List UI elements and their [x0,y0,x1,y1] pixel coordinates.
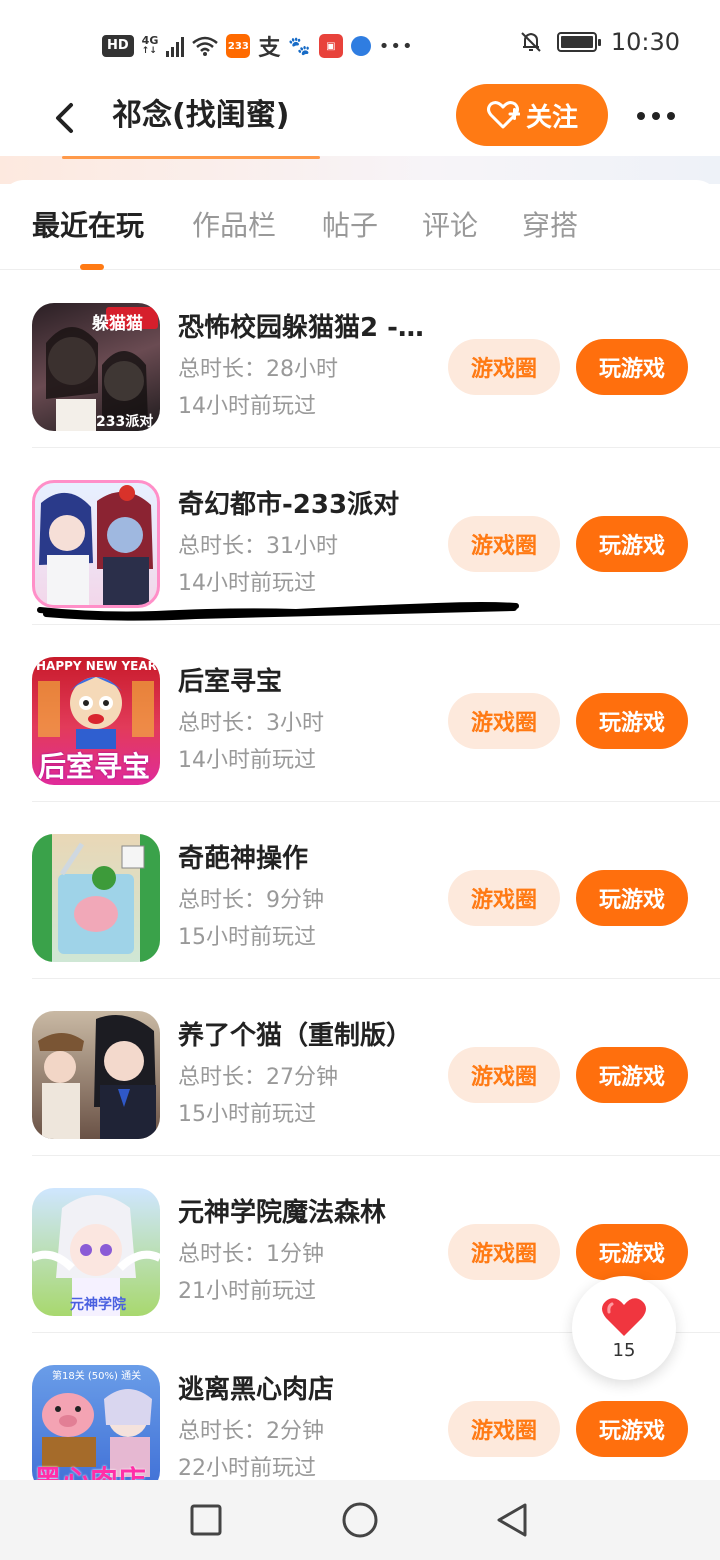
tab-recently-played[interactable]: 最近在玩 [32,208,144,244]
mute-bell-icon [521,32,541,52]
game-icon[interactable]: HAPPY NEW YEAR 后室寻宝 [32,657,160,785]
triangle-back-icon [497,1503,527,1537]
more-dots-icon [637,112,675,120]
game-last-played: 14小时前玩过 [178,748,316,773]
status-icons-left: HD 4G ↑↓ 233 支 🐾 ▣ ••• [102,30,414,62]
game-name: 元神学院魔法森林 [178,1198,387,1228]
game-icon-subtext: HAPPY NEW YEAR [36,659,157,673]
page-title: 祁念(找闺蜜) [112,98,290,133]
like-button[interactable]: 15 [572,1276,676,1380]
app-233-icon: 233 [226,34,251,58]
home-button[interactable] [340,1500,380,1540]
network-type: 4G [141,34,159,47]
tab-outfits[interactable]: 穿搭 [522,208,578,244]
alipay-icon: 支 [258,36,281,61]
profile-tabs: 最近在玩 作品栏 帖子 评论 穿搭 [0,180,720,270]
app-233-label: 233 [227,40,249,52]
back-nav-button[interactable] [492,1500,532,1540]
play-game-button[interactable]: 玩游戏 [576,1047,688,1103]
baidu-paw-icon: 🐾 [288,35,311,57]
game-name: 恐怖校园躲猫猫2 -… [178,313,424,343]
game-circle-button[interactable]: 游戏圈 [448,870,560,926]
game-icon-art [38,1015,156,1139]
heart-plus-icon [486,101,520,129]
game-name: 奇葩神操作 [178,844,309,874]
system-navigation-bar [0,1480,720,1560]
game-circle-button[interactable]: 游戏圈 [448,339,560,395]
game-circle-button[interactable]: 游戏圈 [448,516,560,572]
clock-time: 10:30 [610,28,680,56]
game-circle-button[interactable]: 游戏圈 [448,1401,560,1457]
battery-icon [556,32,601,52]
game-total-duration: 总时长：9分钟 [178,888,324,913]
game-icon[interactable]: 躲猫猫 233派对 [32,303,160,431]
game-circle-button[interactable]: 游戏圈 [448,1047,560,1103]
game-icon-art [39,485,153,605]
play-game-button[interactable]: 玩游戏 [576,516,688,572]
game-icon[interactable] [32,1011,160,1139]
play-game-button[interactable]: 玩游戏 [576,1401,688,1457]
play-game-button[interactable]: 玩游戏 [576,693,688,749]
game-icon[interactable]: 第18关 (50%) 通关 黑心肉店 [32,1365,160,1493]
like-count: 15 [612,1339,636,1361]
game-total-duration: 总时长：3小时 [178,711,324,736]
game-last-played: 15小时前玩过 [178,1102,316,1127]
tab-posts[interactable]: 帖子 [322,208,378,244]
play-game-button[interactable]: 玩游戏 [576,1224,688,1280]
follow-label: 关注 [525,102,578,133]
hand-drawn-underline [37,602,519,621]
recent-apps-button[interactable] [186,1500,226,1540]
game-icon-text: 元神学院 [70,1297,126,1313]
signal-icon [166,35,185,57]
game-icon[interactable] [32,834,160,962]
active-tab-indicator [80,264,104,270]
game-last-played: 21小时前玩过 [178,1279,316,1304]
game-last-played: 14小时前玩过 [178,571,316,596]
status-bar: HD 4G ↑↓ 233 支 🐾 ▣ ••• 10:30 [0,0,720,84]
status-icons-right: 10:30 [519,28,680,56]
game-row[interactable]: 养了个猫（重制版） 总时长：27分钟 15小时前玩过 游戏圈 玩游戏 [0,979,720,1156]
game-last-played: 14小时前玩过 [178,394,316,419]
app-store-icon: ▣ [318,34,343,58]
heart-icon [602,1297,646,1336]
chevron-left-icon [56,103,73,133]
game-total-duration: 总时长：1分钟 [178,1242,324,1267]
follow-button[interactable]: 关注 [456,84,608,146]
tab-works[interactable]: 作品栏 [192,208,276,244]
more-notifications-icon: ••• [378,35,414,57]
game-total-duration: 总时长：28小时 [178,357,338,382]
browser-icon [350,36,371,56]
game-total-duration: 总时长：2分钟 [178,1419,324,1444]
game-row[interactable]: HAPPY NEW YEAR 后室寻宝 后室寻宝 总时长：3小时 14小时前玩过… [0,625,720,802]
game-name: 逃离黑心肉店 [178,1375,335,1405]
game-total-duration: 总时长：31小时 [178,534,338,559]
network-type-icon: 4G ↑↓ [141,34,159,56]
circle-icon [342,1502,378,1538]
hd-icon: HD [102,35,134,57]
tab-comments[interactable]: 评论 [422,208,478,244]
game-icon-text: 躲猫猫 [92,314,143,334]
game-row[interactable]: 奇葩神操作 总时长：9分钟 15小时前玩过 游戏圈 玩游戏 [0,802,720,979]
game-name: 后室寻宝 [178,667,283,697]
game-name: 养了个猫（重制版） [178,1021,413,1051]
game-icon[interactable] [32,480,160,608]
game-icon-art [32,834,160,962]
play-game-button[interactable]: 玩游戏 [576,870,688,926]
wifi-icon [192,36,219,56]
game-circle-button[interactable]: 游戏圈 [448,1224,560,1280]
more-options-button[interactable] [634,96,678,136]
game-circle-button[interactable]: 游戏圈 [448,693,560,749]
game-icon-text: 后室寻宝 [38,750,151,783]
play-game-button[interactable]: 玩游戏 [576,339,688,395]
square-icon [190,1504,222,1536]
game-row[interactable]: 躲猫猫 233派对 恐怖校园躲猫猫2 -… 总时长：28小时 14小时前玩过 游… [0,271,720,448]
game-name: 奇幻都市-233派对 [178,490,400,520]
game-icon[interactable]: 元神学院 [32,1188,160,1316]
game-icon-subtext: 233派对 [96,414,154,430]
game-icon-subtext: 第18关 (50%) 通关 [52,1371,142,1382]
game-total-duration: 总时长：27分钟 [178,1065,338,1090]
back-button[interactable] [44,98,84,138]
game-last-played: 15小时前玩过 [178,925,316,950]
